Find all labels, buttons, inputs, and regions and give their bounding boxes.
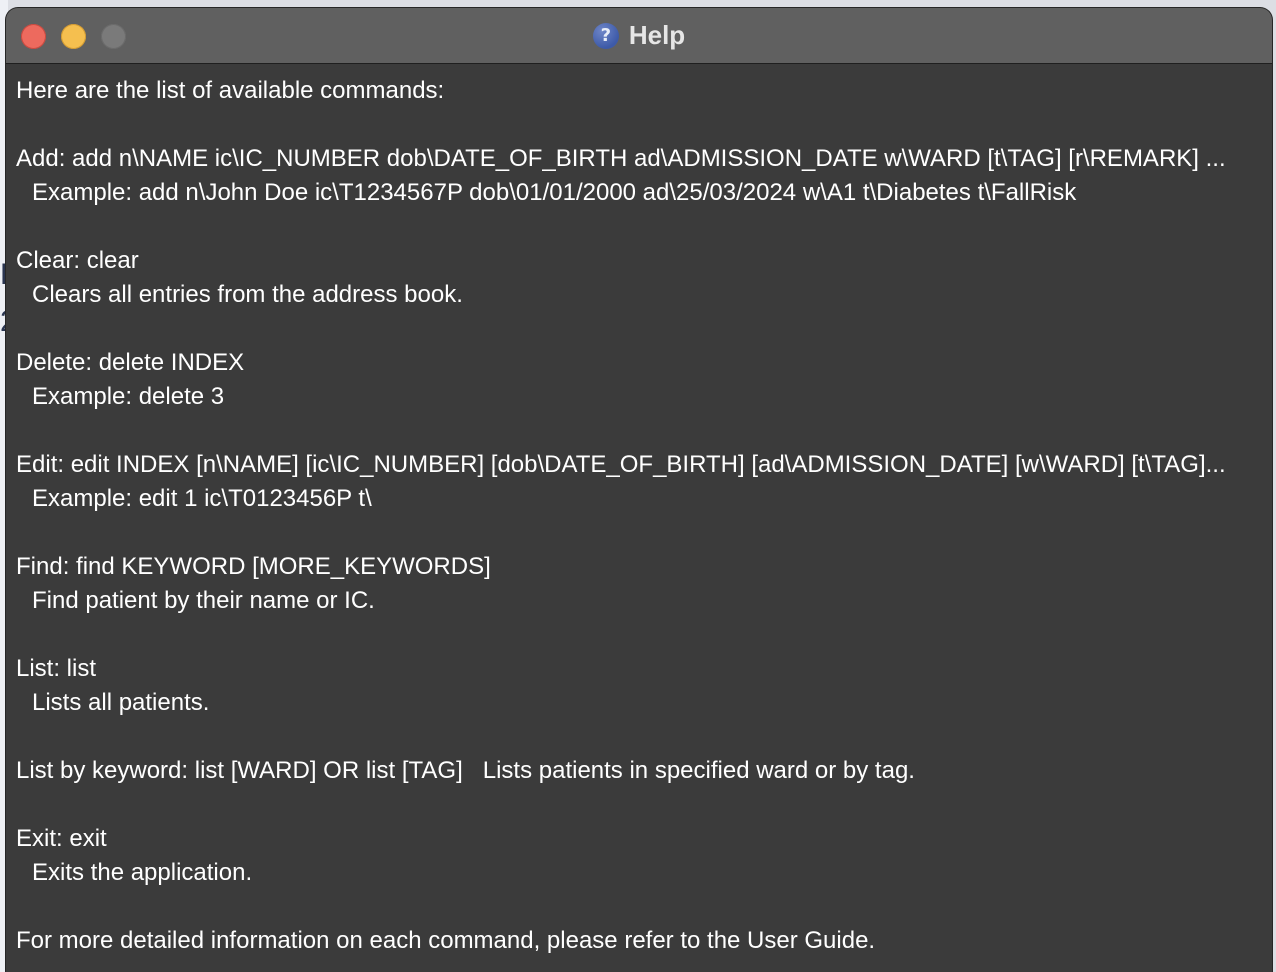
help-window: ? Help Here are the list of available co… (6, 8, 1272, 972)
window-title: Help (628, 20, 686, 50)
command-find-detail: Find patient by their name or IC. (32, 587, 375, 614)
command-add-detail: Example: add n\John Doe ic\T1234567P dob… (32, 179, 1077, 206)
help-intro: Here are the list of available commands: (16, 77, 445, 104)
command-delete-usage: Delete: delete INDEX (16, 349, 245, 376)
title-group: ? Help (6, 8, 1272, 63)
title-bar[interactable]: ? Help (6, 8, 1272, 64)
command-edit-detail: Example: edit 1 ic\T0123456P t\ (32, 485, 372, 512)
command-exit-usage: Exit: exit (16, 825, 107, 852)
command-add-usage: Add: add n\NAME ic\IC_NUMBER dob\DATE_OF… (16, 145, 1226, 172)
command-exit-detail: Exits the application. (32, 859, 253, 886)
command-list-by-keyword-usage: List by keyword: list [WARD] OR list [TA… (16, 757, 915, 784)
help-content[interactable]: Here are the list of available commands:… (16, 74, 1266, 958)
help-footer: For more detailed information on each co… (16, 927, 876, 954)
command-list-usage: List: list (16, 655, 97, 682)
command-clear-detail: Clears all entries from the address book… (32, 281, 463, 308)
command-edit-usage: Edit: edit INDEX [n\NAME] [ic\IC_NUMBER]… (16, 451, 1226, 478)
command-delete-detail: Example: delete 3 (32, 383, 225, 410)
command-find-usage: Find: find KEYWORD [MORE_KEYWORDS] (16, 553, 491, 580)
command-list-detail: Lists all patients. (32, 689, 210, 716)
command-clear-usage: Clear: clear (16, 247, 139, 274)
question-mark-icon: ? (592, 22, 619, 49)
